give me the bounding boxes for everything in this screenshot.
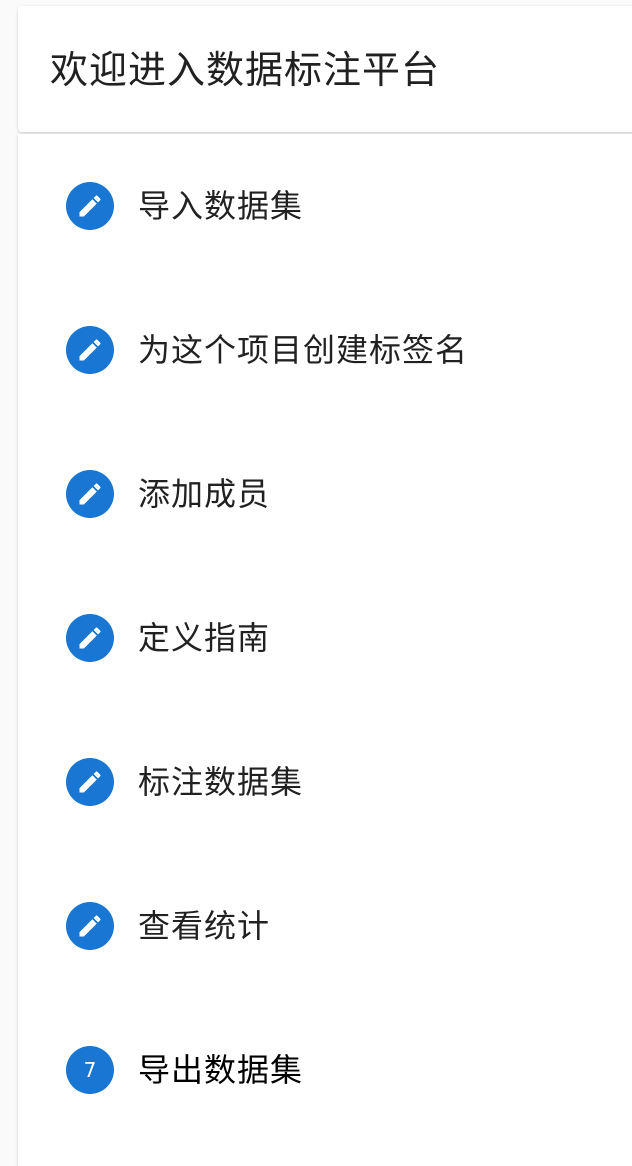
step-label: 查看统计 <box>138 907 271 945</box>
edit-pencil-icon <box>66 470 114 518</box>
step-label: 标注数据集 <box>138 763 304 801</box>
edit-pencil-icon <box>66 182 114 230</box>
edit-pencil-icon <box>66 326 114 374</box>
step-export-dataset[interactable]: 7 导出数据集 <box>18 1022 632 1118</box>
step-view-statistics[interactable]: 查看统计 <box>18 878 632 974</box>
step-label: 定义指南 <box>138 619 271 657</box>
step-number-badge: 7 <box>66 1046 114 1094</box>
edit-pencil-icon <box>66 614 114 662</box>
stepper: 导入数据集 为这个项目创建标签名 添加成员 定义指南 标注数据集 查看统计 7 … <box>18 134 632 1166</box>
edit-pencil-icon <box>66 902 114 950</box>
step-label: 为这个项目创建标签名 <box>138 331 469 369</box>
page: 欢迎进入数据标注平台 导入数据集 为这个项目创建标签名 添加成员 定义指南 标注… <box>0 0 632 1166</box>
step-create-labels[interactable]: 为这个项目创建标签名 <box>18 302 632 398</box>
edit-pencil-icon <box>66 758 114 806</box>
step-label: 添加成员 <box>138 475 271 513</box>
page-title: 欢迎进入数据标注平台 <box>50 48 441 92</box>
step-number: 7 <box>83 1058 97 1082</box>
header-card: 欢迎进入数据标注平台 <box>18 6 632 132</box>
step-label: 导入数据集 <box>138 187 304 225</box>
step-label: 导出数据集 <box>138 1051 304 1089</box>
step-annotate-dataset[interactable]: 标注数据集 <box>18 734 632 830</box>
step-add-members[interactable]: 添加成员 <box>18 446 632 542</box>
step-define-guideline[interactable]: 定义指南 <box>18 590 632 686</box>
step-import-dataset[interactable]: 导入数据集 <box>18 158 632 254</box>
